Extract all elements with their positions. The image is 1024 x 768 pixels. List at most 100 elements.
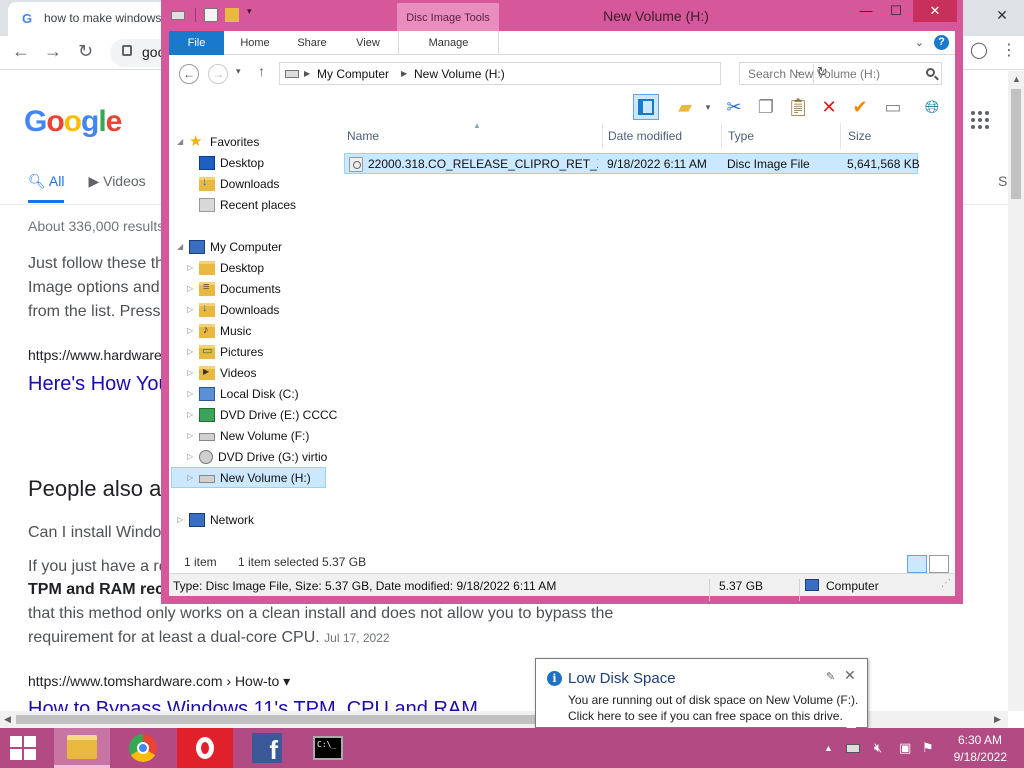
minimize-icon[interactable]: — xyxy=(853,0,879,22)
scroll-right-icon[interactable]: ▶ xyxy=(994,714,1001,725)
collapsed-chevron-icon[interactable]: ▷ xyxy=(177,515,187,524)
tab-more-cut[interactable]: S xyxy=(998,173,1007,189)
tab-manage[interactable]: Manage xyxy=(398,31,499,55)
column-header-date[interactable]: Date modified xyxy=(608,129,682,143)
address-bar[interactable]: ▶ My Computer ▶ New Volume (H:) ⌄ ↻ xyxy=(279,62,828,85)
close-icon[interactable]: ✕ xyxy=(913,0,957,22)
nav-favorites[interactable]: ◢ ★ Favorites xyxy=(177,131,259,152)
menu-kebab-icon[interactable]: ⋮ xyxy=(994,40,1024,60)
collapsed-chevron-icon[interactable]: ▷ xyxy=(187,410,197,419)
nav-recent-places[interactable]: Recent places xyxy=(187,194,296,215)
browser-tab[interactable]: G how to make windows xyxy=(8,2,168,36)
result-link[interactable]: Here's How You xyxy=(28,372,170,396)
breadcrumb-my-computer[interactable]: My Computer xyxy=(317,67,389,81)
collapsed-chevron-icon[interactable]: ▷ xyxy=(187,347,197,356)
network-tray-icon[interactable]: ▣ xyxy=(899,740,911,756)
close-icon[interactable]: ✕ xyxy=(844,667,856,684)
delete-icon[interactable]: ✕ xyxy=(816,94,842,120)
navigation-pane-icon[interactable] xyxy=(633,94,659,120)
collapsed-chevron-icon[interactable]: ▷ xyxy=(187,368,197,377)
breadcrumb-chevron-icon[interactable]: ▶ xyxy=(304,69,310,78)
search-icon[interactable] xyxy=(926,68,935,77)
search-input[interactable]: Search New Volume (H:) xyxy=(739,62,942,85)
pin-icon[interactable]: ✎ xyxy=(826,670,835,683)
forward-icon[interactable]: → xyxy=(208,64,228,84)
clock-time[interactable]: 6:30 AM xyxy=(958,733,1002,747)
nav-fav-downloads[interactable]: Downloads xyxy=(187,173,279,194)
action-center-flag-icon[interactable]: ⚑ xyxy=(922,740,934,756)
expand-ribbon-icon[interactable]: ⌄ xyxy=(915,36,924,49)
nav-documents[interactable]: ▷ Documents xyxy=(187,278,281,299)
copy-icon[interactable]: ❐ xyxy=(753,94,779,120)
forward-arrow-icon[interactable]: → xyxy=(44,41,62,62)
scrollbar-thumb[interactable] xyxy=(1011,89,1021,199)
properties-icon[interactable] xyxy=(204,8,218,22)
rename-icon[interactable]: ▭ xyxy=(880,94,906,120)
nav-music[interactable]: ▷ Music xyxy=(187,320,251,341)
google-logo[interactable]: Google xyxy=(24,105,122,139)
windows-start-icon[interactable] xyxy=(10,736,38,762)
column-divider[interactable] xyxy=(840,123,841,149)
profile-icon[interactable]: ◯ xyxy=(964,40,994,60)
scroll-left-icon[interactable]: ◀ xyxy=(4,714,11,725)
expanded-chevron-icon[interactable]: ◢ xyxy=(177,137,187,146)
taskbar-command-prompt[interactable]: C:\_ xyxy=(300,728,356,768)
nav-network[interactable]: ▷ Network xyxy=(177,509,254,530)
up-arrow-icon[interactable]: ↑ xyxy=(258,63,265,79)
column-header-type[interactable]: Type xyxy=(728,129,754,143)
details-view-icon[interactable] xyxy=(907,555,927,573)
column-divider[interactable] xyxy=(602,123,603,149)
qat-dropdown-icon[interactable]: ▾ xyxy=(247,6,261,20)
drive-tray-icon[interactable] xyxy=(846,744,860,753)
expanded-chevron-icon[interactable]: ◢ xyxy=(177,242,187,251)
nav-my-computer[interactable]: ◢ My Computer xyxy=(177,236,282,257)
browser-close-icon[interactable]: ✕ xyxy=(980,0,1024,36)
collapsed-chevron-icon[interactable]: ▷ xyxy=(187,431,197,440)
scrollbar-thumb[interactable] xyxy=(16,715,536,724)
collapsed-chevron-icon[interactable]: ▷ xyxy=(187,473,197,482)
scroll-up-icon[interactable]: ▲ xyxy=(1012,74,1021,84)
tab-all[interactable]: 🔍︎ All xyxy=(28,173,65,203)
column-divider[interactable] xyxy=(721,123,722,149)
breadcrumb-chevron-icon[interactable]: ▶ xyxy=(401,69,407,78)
nav-dvd-drive-g[interactable]: ▷ DVD Drive (G:) virtio xyxy=(187,446,327,467)
taskbar-opera[interactable] xyxy=(177,728,233,768)
taskbar-file-explorer[interactable] xyxy=(54,728,110,768)
column-header-size[interactable]: Size xyxy=(848,129,871,143)
taskbar-chrome[interactable] xyxy=(115,728,171,768)
collapsed-chevron-icon[interactable]: ▷ xyxy=(187,263,197,272)
toolbar-dropdown-icon[interactable]: ▾ xyxy=(695,94,721,120)
google-apps-icon[interactable] xyxy=(971,111,989,129)
tab-share[interactable]: Share xyxy=(285,31,339,55)
explorer-title-bar[interactable]: ▾ Disc Image Tools New Volume (H:) — ☐ ✕ xyxy=(161,0,963,31)
tab-home[interactable]: Home xyxy=(227,31,283,55)
nav-new-volume-h[interactable]: ▷ New Volume (H:) xyxy=(171,467,326,488)
collapsed-chevron-icon[interactable]: ▷ xyxy=(187,305,197,314)
nav-desktop[interactable]: ▷ Desktop xyxy=(187,257,264,278)
disc-image-tools-tab[interactable]: Disc Image Tools xyxy=(397,3,499,31)
nav-pictures[interactable]: ▷ Pictures xyxy=(187,341,263,362)
nav-local-disk-c[interactable]: ▷ Local Disk (C:) xyxy=(187,383,299,404)
show-hidden-icons-chevron-icon[interactable]: ▲ xyxy=(824,743,833,753)
recent-locations-icon[interactable]: ▾ xyxy=(236,66,241,77)
collapsed-chevron-icon[interactable]: ▷ xyxy=(187,326,197,335)
back-icon[interactable]: ← xyxy=(179,64,199,84)
paste-icon[interactable]: 📋︎ xyxy=(785,94,811,120)
collapsed-chevron-icon[interactable]: ▷ xyxy=(187,452,197,461)
file-row[interactable]: 22000.318.CO_RELEASE_CLIPRO_RET_X64... 9… xyxy=(344,153,920,174)
breadcrumb-current[interactable]: New Volume (H:) xyxy=(414,67,505,81)
clock-date[interactable]: 9/18/2022 xyxy=(954,750,1007,764)
large-icons-view-icon[interactable] xyxy=(929,555,949,573)
help-icon[interactable]: ? xyxy=(934,35,949,50)
checkmark-icon[interactable]: ✔ xyxy=(847,94,873,120)
tab-videos[interactable]: ▶ Videos xyxy=(88,173,145,203)
vertical-scrollbar[interactable]: ▲ xyxy=(1008,71,1024,711)
tab-file[interactable]: File xyxy=(169,31,224,55)
cut-icon[interactable]: ✂ xyxy=(721,94,747,120)
maximize-icon[interactable]: ☐ xyxy=(883,0,909,22)
taskbar-facebook[interactable]: f xyxy=(239,728,295,768)
column-header-name[interactable]: Name xyxy=(347,129,379,143)
new-folder-icon[interactable] xyxy=(225,8,239,22)
collapsed-chevron-icon[interactable]: ▷ xyxy=(187,389,197,398)
low-disk-space-notification[interactable]: i Low Disk Space ✎ ✕ You are running out… xyxy=(535,658,868,737)
